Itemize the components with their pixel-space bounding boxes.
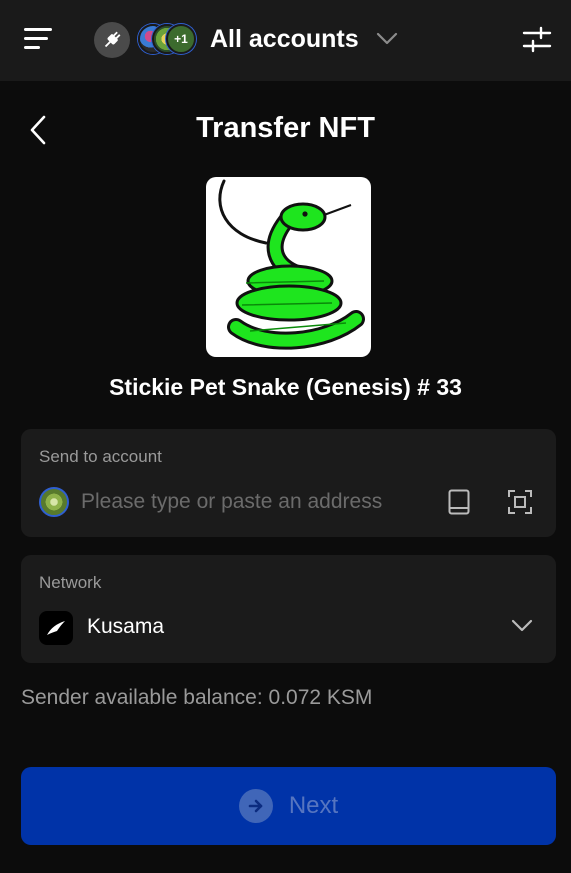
book-icon[interactable] [447, 489, 471, 520]
sender-balance: Sender available balance: 0.072 KSM [21, 686, 373, 709]
sliders-icon[interactable] [522, 26, 552, 54]
address-input[interactable] [81, 487, 441, 517]
send-to-account-field: Send to account [21, 429, 556, 537]
next-button[interactable]: Next [21, 767, 556, 845]
chevron-down-icon[interactable] [376, 32, 398, 51]
send-to-label: Send to account [39, 447, 162, 466]
arrow-right-circle-icon [238, 789, 273, 823]
network-label: Network [39, 573, 102, 592]
nft-image [206, 177, 371, 357]
network-select[interactable]: Network Kusama [21, 555, 556, 663]
hamburger-menu-icon[interactable] [24, 26, 54, 52]
kusama-logo-icon [39, 611, 73, 645]
account-selector-label[interactable]: All accounts [210, 25, 359, 54]
page-title: Transfer NFT [196, 112, 375, 144]
nft-name: Stickie Pet Snake (Genesis) # 33 [109, 374, 462, 400]
plug-icon[interactable] [94, 22, 130, 58]
address-avatar [39, 487, 69, 517]
next-label: Next [288, 792, 339, 819]
account-avatars[interactable]: +1 [138, 24, 198, 56]
network-value: Kusama [87, 615, 165, 638]
top-bar: +1 All accounts [0, 0, 571, 81]
extra-accounts-count: +1 [166, 24, 196, 54]
chevron-down-icon[interactable] [511, 619, 533, 638]
scan-qr-icon[interactable] [507, 489, 533, 520]
